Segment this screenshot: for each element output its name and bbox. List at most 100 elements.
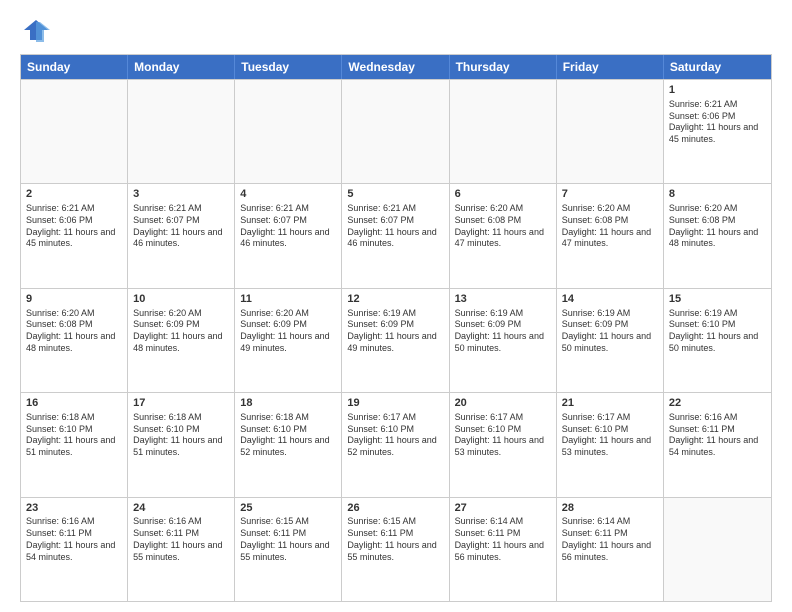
day-number: 3 [133,187,229,202]
calendar-row: 1Sunrise: 6:21 AM Sunset: 6:06 PM Daylig… [21,79,771,183]
weekday-header: Saturday [664,55,771,79]
day-info: Sunrise: 6:19 AM Sunset: 6:09 PM Dayligh… [347,308,443,355]
weekday-header: Sunday [21,55,128,79]
calendar-cell: 14Sunrise: 6:19 AM Sunset: 6:09 PM Dayli… [557,289,664,392]
calendar-cell: 28Sunrise: 6:14 AM Sunset: 6:11 PM Dayli… [557,498,664,601]
day-info: Sunrise: 6:16 AM Sunset: 6:11 PM Dayligh… [669,412,766,459]
day-number: 19 [347,396,443,411]
day-info: Sunrise: 6:17 AM Sunset: 6:10 PM Dayligh… [455,412,551,459]
calendar-body: 1Sunrise: 6:21 AM Sunset: 6:06 PM Daylig… [21,79,771,601]
calendar-row: 2Sunrise: 6:21 AM Sunset: 6:06 PM Daylig… [21,183,771,287]
calendar-cell: 6Sunrise: 6:20 AM Sunset: 6:08 PM Daylig… [450,184,557,287]
day-number: 17 [133,396,229,411]
day-number: 15 [669,292,766,307]
day-info: Sunrise: 6:16 AM Sunset: 6:11 PM Dayligh… [26,516,122,563]
calendar-cell: 22Sunrise: 6:16 AM Sunset: 6:11 PM Dayli… [664,393,771,496]
day-number: 8 [669,187,766,202]
day-number: 7 [562,187,658,202]
weekday-header: Tuesday [235,55,342,79]
calendar-cell [235,80,342,183]
day-number: 27 [455,501,551,516]
day-info: Sunrise: 6:20 AM Sunset: 6:08 PM Dayligh… [26,308,122,355]
day-number: 1 [669,83,766,98]
weekday-header: Monday [128,55,235,79]
day-info: Sunrise: 6:18 AM Sunset: 6:10 PM Dayligh… [133,412,229,459]
day-info: Sunrise: 6:14 AM Sunset: 6:11 PM Dayligh… [455,516,551,563]
calendar-cell: 7Sunrise: 6:20 AM Sunset: 6:08 PM Daylig… [557,184,664,287]
header [20,16,772,44]
calendar-cell: 11Sunrise: 6:20 AM Sunset: 6:09 PM Dayli… [235,289,342,392]
calendar-cell: 10Sunrise: 6:20 AM Sunset: 6:09 PM Dayli… [128,289,235,392]
day-info: Sunrise: 6:17 AM Sunset: 6:10 PM Dayligh… [562,412,658,459]
day-info: Sunrise: 6:15 AM Sunset: 6:11 PM Dayligh… [240,516,336,563]
day-info: Sunrise: 6:21 AM Sunset: 6:07 PM Dayligh… [133,203,229,250]
day-info: Sunrise: 6:20 AM Sunset: 6:08 PM Dayligh… [562,203,658,250]
day-info: Sunrise: 6:17 AM Sunset: 6:10 PM Dayligh… [347,412,443,459]
day-number: 26 [347,501,443,516]
day-number: 28 [562,501,658,516]
logo-icon [22,16,50,44]
day-info: Sunrise: 6:20 AM Sunset: 6:08 PM Dayligh… [455,203,551,250]
day-info: Sunrise: 6:20 AM Sunset: 6:09 PM Dayligh… [240,308,336,355]
day-number: 6 [455,187,551,202]
day-number: 4 [240,187,336,202]
day-info: Sunrise: 6:21 AM Sunset: 6:06 PM Dayligh… [669,99,766,146]
day-info: Sunrise: 6:18 AM Sunset: 6:10 PM Dayligh… [240,412,336,459]
day-info: Sunrise: 6:20 AM Sunset: 6:08 PM Dayligh… [669,203,766,250]
calendar-header: SundayMondayTuesdayWednesdayThursdayFrid… [21,55,771,79]
day-number: 5 [347,187,443,202]
calendar-cell: 25Sunrise: 6:15 AM Sunset: 6:11 PM Dayli… [235,498,342,601]
day-number: 24 [133,501,229,516]
day-info: Sunrise: 6:19 AM Sunset: 6:09 PM Dayligh… [562,308,658,355]
day-info: Sunrise: 6:20 AM Sunset: 6:09 PM Dayligh… [133,308,229,355]
calendar-cell: 12Sunrise: 6:19 AM Sunset: 6:09 PM Dayli… [342,289,449,392]
calendar-cell: 15Sunrise: 6:19 AM Sunset: 6:10 PM Dayli… [664,289,771,392]
logo [20,16,50,44]
calendar-cell [21,80,128,183]
day-info: Sunrise: 6:14 AM Sunset: 6:11 PM Dayligh… [562,516,658,563]
calendar-cell: 5Sunrise: 6:21 AM Sunset: 6:07 PM Daylig… [342,184,449,287]
day-number: 2 [26,187,122,202]
day-number: 16 [26,396,122,411]
day-info: Sunrise: 6:15 AM Sunset: 6:11 PM Dayligh… [347,516,443,563]
day-number: 10 [133,292,229,307]
calendar-cell: 8Sunrise: 6:20 AM Sunset: 6:08 PM Daylig… [664,184,771,287]
calendar-cell [342,80,449,183]
page: SundayMondayTuesdayWednesdayThursdayFrid… [0,0,792,612]
day-number: 22 [669,396,766,411]
calendar-cell: 23Sunrise: 6:16 AM Sunset: 6:11 PM Dayli… [21,498,128,601]
calendar-cell [128,80,235,183]
calendar-cell [450,80,557,183]
day-number: 14 [562,292,658,307]
calendar-cell [557,80,664,183]
calendar-row: 16Sunrise: 6:18 AM Sunset: 6:10 PM Dayli… [21,392,771,496]
calendar-cell: 19Sunrise: 6:17 AM Sunset: 6:10 PM Dayli… [342,393,449,496]
day-info: Sunrise: 6:19 AM Sunset: 6:09 PM Dayligh… [455,308,551,355]
day-number: 13 [455,292,551,307]
calendar-cell: 26Sunrise: 6:15 AM Sunset: 6:11 PM Dayli… [342,498,449,601]
calendar-cell: 1Sunrise: 6:21 AM Sunset: 6:06 PM Daylig… [664,80,771,183]
day-info: Sunrise: 6:21 AM Sunset: 6:07 PM Dayligh… [347,203,443,250]
calendar-cell: 27Sunrise: 6:14 AM Sunset: 6:11 PM Dayli… [450,498,557,601]
calendar-cell: 20Sunrise: 6:17 AM Sunset: 6:10 PM Dayli… [450,393,557,496]
day-info: Sunrise: 6:19 AM Sunset: 6:10 PM Dayligh… [669,308,766,355]
calendar-cell: 4Sunrise: 6:21 AM Sunset: 6:07 PM Daylig… [235,184,342,287]
day-number: 23 [26,501,122,516]
day-number: 9 [26,292,122,307]
day-number: 25 [240,501,336,516]
day-info: Sunrise: 6:21 AM Sunset: 6:07 PM Dayligh… [240,203,336,250]
calendar-row: 9Sunrise: 6:20 AM Sunset: 6:08 PM Daylig… [21,288,771,392]
day-info: Sunrise: 6:21 AM Sunset: 6:06 PM Dayligh… [26,203,122,250]
day-info: Sunrise: 6:16 AM Sunset: 6:11 PM Dayligh… [133,516,229,563]
calendar-cell: 17Sunrise: 6:18 AM Sunset: 6:10 PM Dayli… [128,393,235,496]
weekday-header: Thursday [450,55,557,79]
calendar: SundayMondayTuesdayWednesdayThursdayFrid… [20,54,772,602]
calendar-row: 23Sunrise: 6:16 AM Sunset: 6:11 PM Dayli… [21,497,771,601]
day-number: 11 [240,292,336,307]
calendar-cell [664,498,771,601]
calendar-cell: 13Sunrise: 6:19 AM Sunset: 6:09 PM Dayli… [450,289,557,392]
day-number: 12 [347,292,443,307]
day-number: 21 [562,396,658,411]
calendar-cell: 2Sunrise: 6:21 AM Sunset: 6:06 PM Daylig… [21,184,128,287]
day-info: Sunrise: 6:18 AM Sunset: 6:10 PM Dayligh… [26,412,122,459]
